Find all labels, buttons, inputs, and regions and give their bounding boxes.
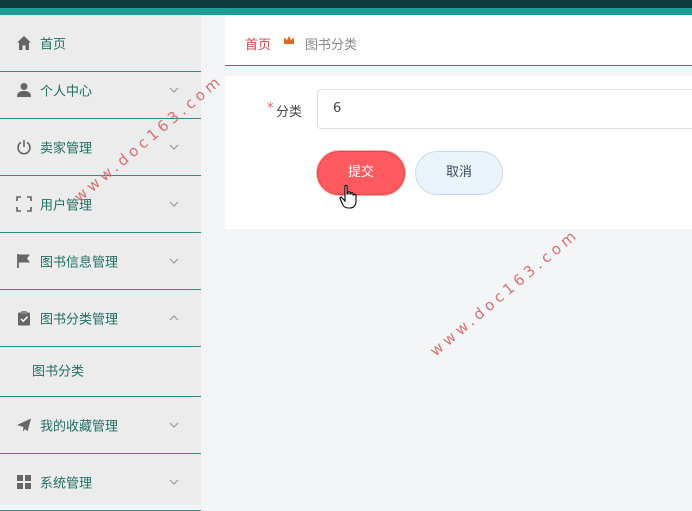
chevron-down-icon	[169, 479, 179, 485]
flag-icon	[17, 254, 30, 268]
cancel-button[interactable]: 取消	[415, 151, 503, 195]
user-icon	[17, 83, 31, 97]
sidebar-item-favorites[interactable]: 我的收藏管理	[0, 397, 201, 454]
sidebar-item-label: 首页	[40, 37, 67, 53]
sidebar-item-label: 我的收藏管理	[40, 419, 119, 435]
chevron-down-icon	[169, 422, 179, 428]
chevron-up-icon	[169, 315, 179, 321]
sidebar-item-label: 个人中心	[40, 84, 93, 100]
sidebar-item-book-category[interactable]: 图书分类管理	[0, 290, 201, 347]
category-input[interactable]: 6	[317, 89, 692, 129]
sidebar-item-label: 图书分类管理	[40, 312, 119, 328]
sidebar: 首页 个人中心 卖家管理 用户管理 图书信息管理 图书分类管理 图书分类 我的收…	[0, 15, 201, 511]
frame-icon	[16, 196, 32, 212]
submit-button[interactable]: 提交	[317, 151, 405, 195]
breadcrumb-home-link[interactable]: 首页	[245, 34, 271, 53]
sidebar-item-book-info[interactable]: 图书信息管理	[0, 233, 201, 290]
top-accent-bar	[0, 8, 692, 15]
sidebar-item-label: 图书信息管理	[40, 255, 119, 271]
crown-icon	[284, 36, 294, 44]
clipboard-icon	[18, 311, 30, 326]
watermark: www.doc163.com	[426, 224, 583, 360]
sidebar-item-label: 卖家管理	[40, 141, 93, 157]
chevron-down-icon	[169, 144, 179, 150]
category-label: 分类	[276, 105, 303, 120]
top-bar	[0, 0, 692, 8]
sidebar-subitem-book-category[interactable]: 图书分类	[0, 343, 201, 397]
send-icon	[17, 418, 31, 432]
sidebar-item-label: 系统管理	[40, 476, 93, 492]
chevron-down-icon	[169, 258, 179, 264]
hand-cursor-icon	[339, 184, 357, 209]
chevron-down-icon	[169, 201, 179, 207]
power-icon	[17, 140, 31, 155]
breadcrumb-current: 图书分类	[305, 38, 358, 53]
chevron-down-icon	[169, 87, 179, 93]
required-mark: *	[267, 101, 274, 116]
sidebar-subitem-label: 图书分类	[32, 364, 85, 379]
grid-icon	[17, 475, 31, 489]
sidebar-item-system[interactable]: 系统管理	[0, 454, 201, 511]
home-icon	[17, 36, 31, 50]
breadcrumb: 首页 图书分类	[225, 15, 692, 66]
